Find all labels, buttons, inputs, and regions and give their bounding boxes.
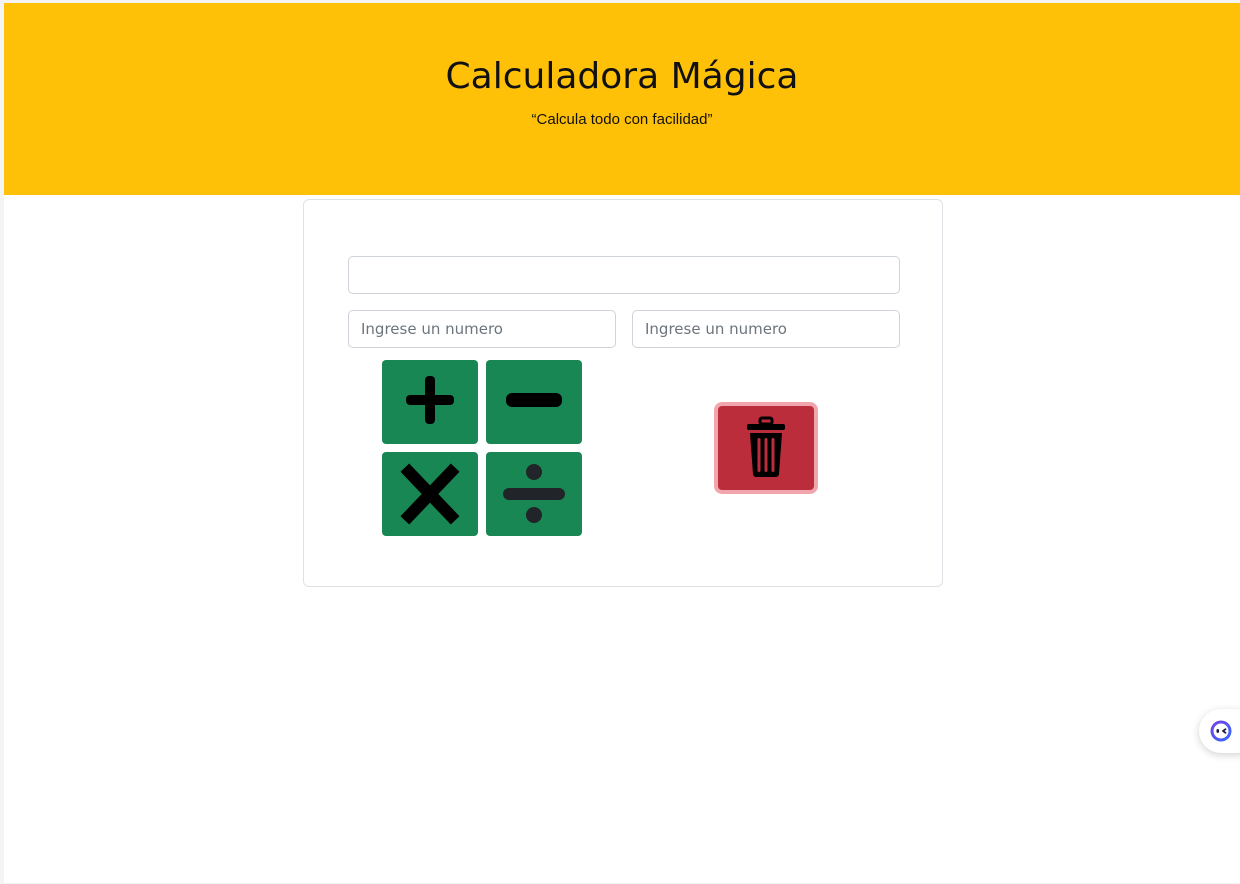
trash-icon — [747, 416, 785, 477]
header-banner: Calculadora Mágica “Calcula todo con fac… — [4, 3, 1240, 195]
assistant-widget[interactable] — [1199, 709, 1240, 753]
times-icon — [400, 463, 460, 525]
assistant-face-icon — [1210, 720, 1232, 742]
divide-button[interactable] — [486, 452, 582, 536]
multiply-button[interactable] — [382, 452, 478, 536]
calculator-card — [303, 199, 943, 587]
page-title: Calculadora Mágica — [445, 56, 799, 97]
plus-icon — [406, 376, 454, 424]
clear-button[interactable] — [714, 402, 818, 494]
add-button[interactable] — [382, 360, 478, 444]
minus-icon — [506, 393, 562, 407]
subtract-button[interactable] — [486, 360, 582, 444]
first-number-input[interactable] — [348, 310, 616, 348]
second-number-input[interactable] — [632, 310, 900, 348]
divide-icon — [503, 464, 565, 523]
result-field[interactable] — [348, 256, 900, 294]
page: Calculadora Mágica “Calcula todo con fac… — [4, 3, 1240, 883]
page-subtitle: “Calcula todo con facilidad” — [531, 111, 713, 128]
